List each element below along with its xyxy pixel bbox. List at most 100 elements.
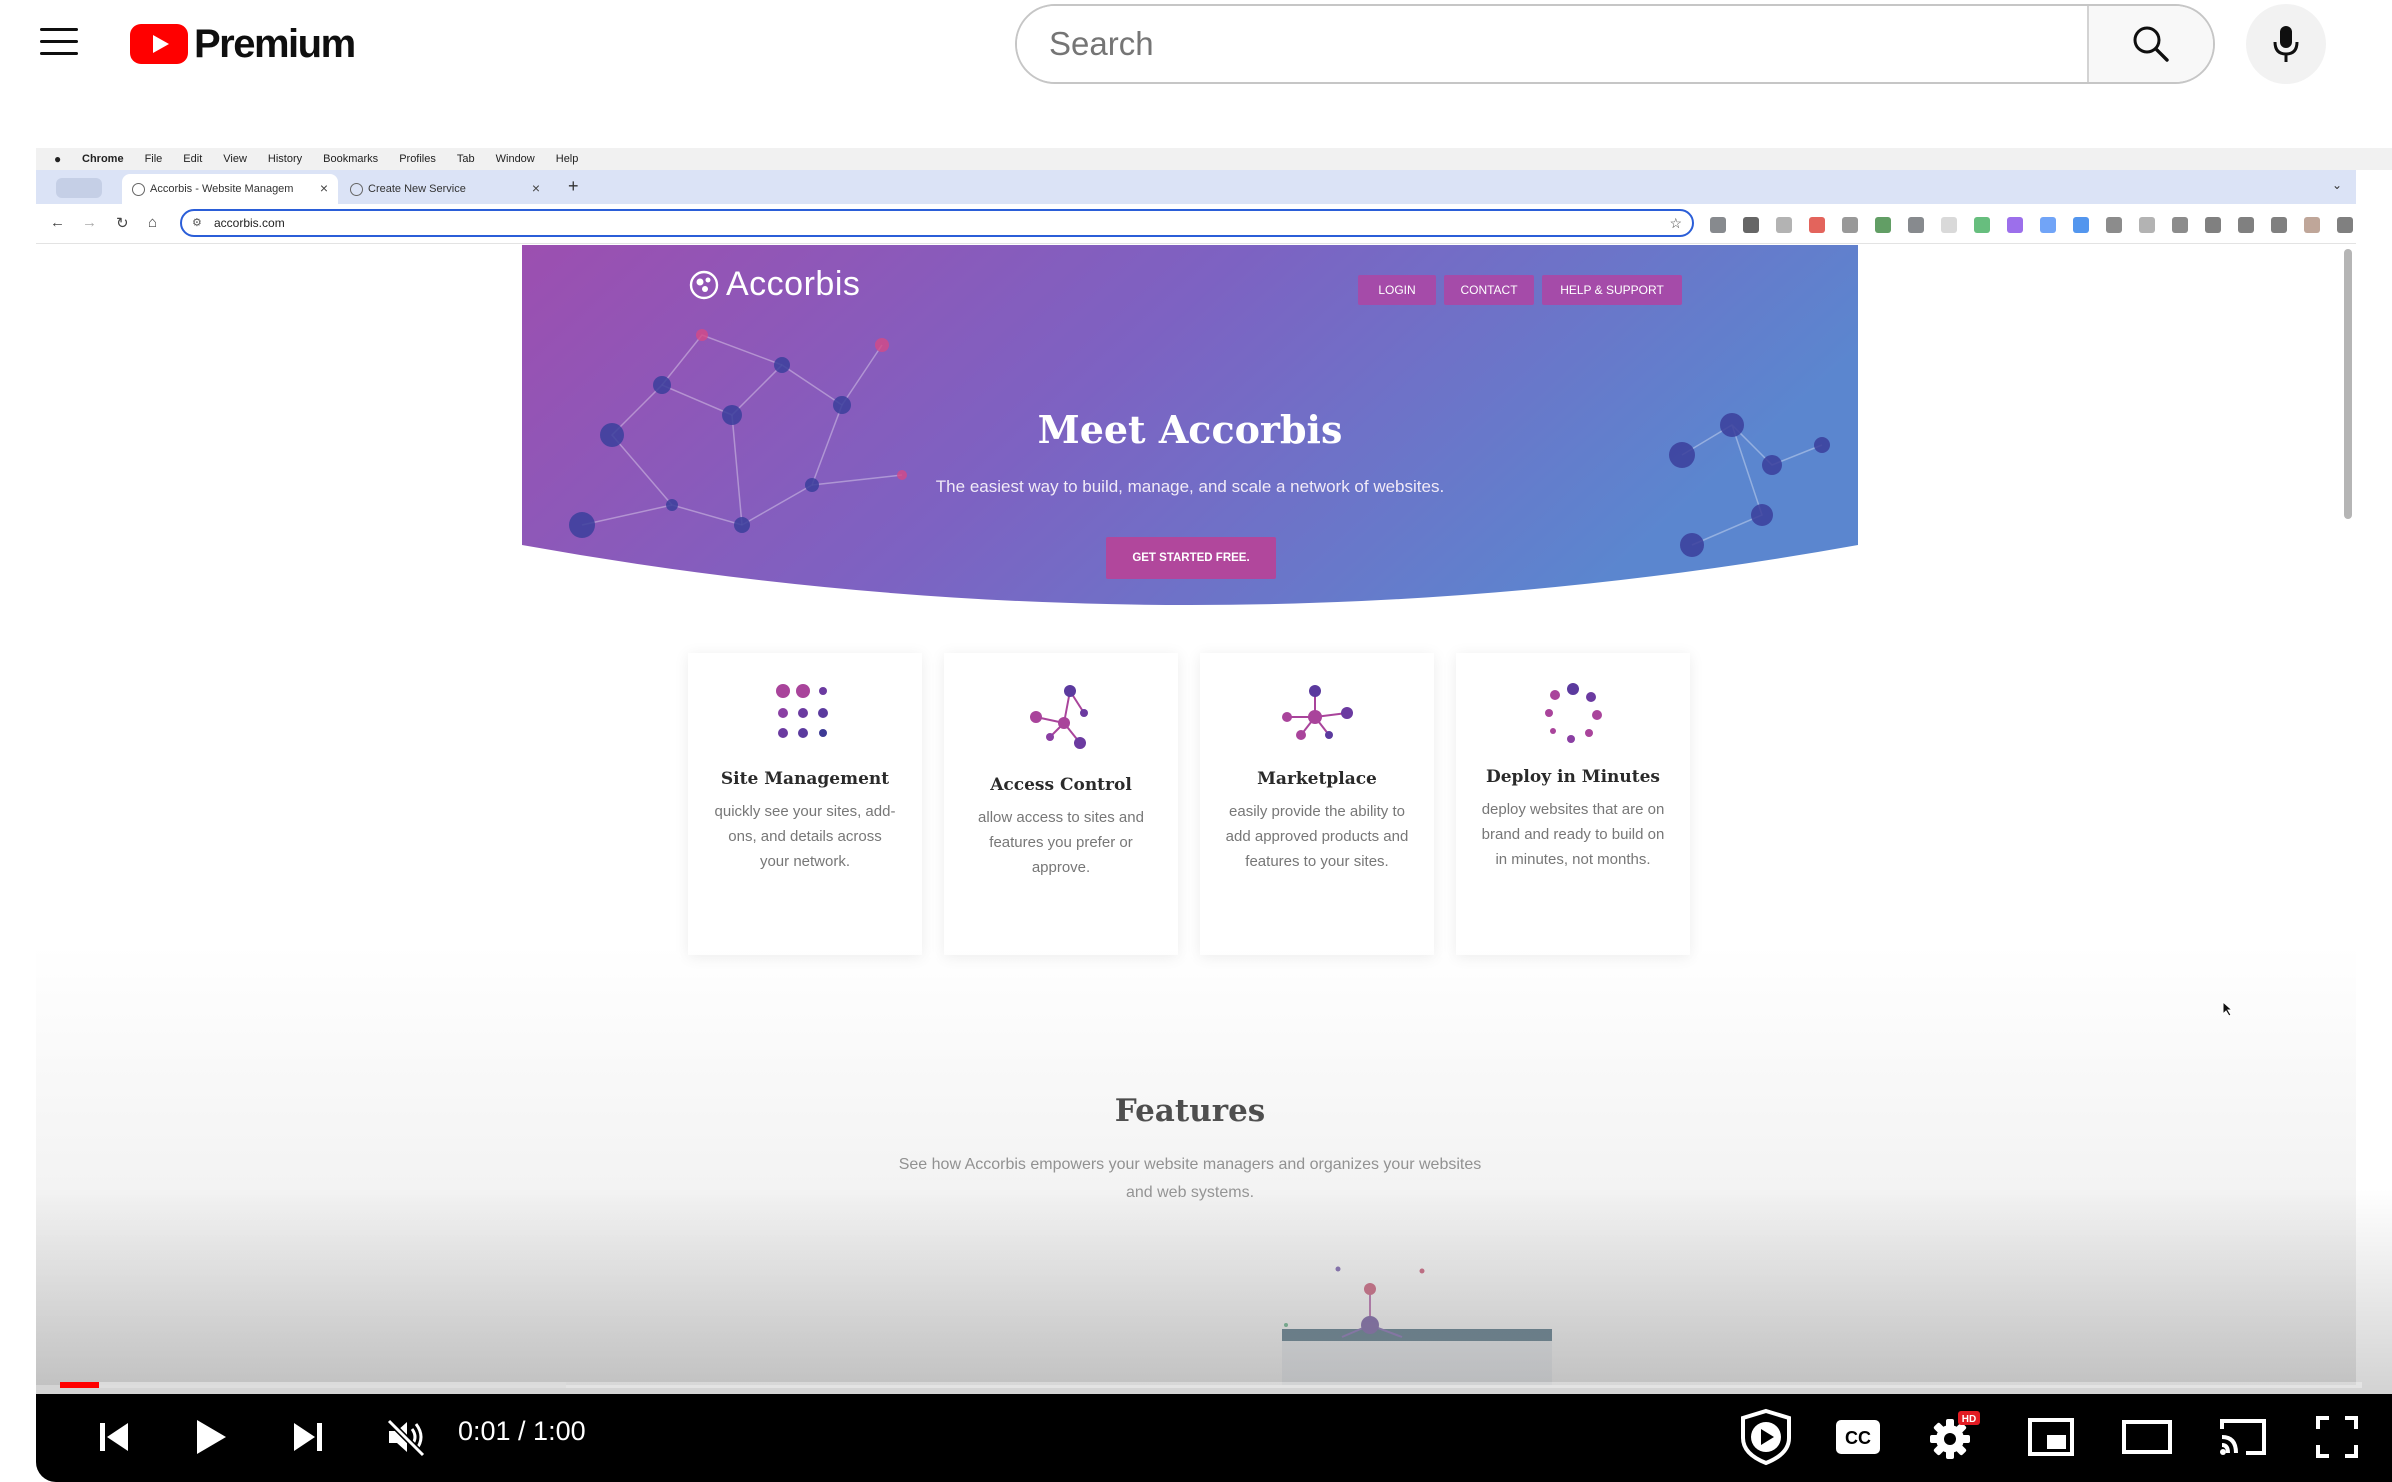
card-title: Deploy in Minutes [1485,767,1660,787]
extension-icon[interactable] [1974,217,1990,233]
favicon-icon [350,183,363,196]
close-tab-icon[interactable]: × [320,180,328,196]
browser-tab-create-service[interactable]: Create New Service × [340,174,550,204]
search-icon [2133,26,2169,62]
tab-search-icon [56,178,102,198]
previous-button[interactable] [86,1408,142,1466]
extension-icon[interactable] [1776,217,1792,233]
mac-menu-item: Chrome [82,153,124,165]
site-info-icon[interactable]: ⚙ [192,211,202,235]
extension-icon[interactable] [1875,217,1891,233]
menu-icon[interactable] [40,28,78,56]
search-button[interactable] [2087,6,2213,82]
mac-menu-bar: ● Chrome File Edit View History Bookmark… [36,148,2392,170]
picture-in-picture-button[interactable] [2020,1408,2082,1466]
favicon-icon [132,183,145,196]
extension-icon[interactable] [1908,217,1924,233]
get-started-button[interactable]: GET STARTED FREE. [1106,537,1276,579]
cast-button[interactable] [2212,1408,2274,1466]
svg-text:CC: CC [1845,1428,1871,1448]
extension-icon[interactable] [2139,217,2155,233]
extension-icon[interactable] [1710,217,1726,233]
card-text: allow access to sites and features you p… [978,809,1144,876]
card-title: Marketplace [1257,769,1377,789]
play-icon [197,1420,226,1454]
voice-search-button[interactable] [2246,4,2326,84]
extension-icon[interactable] [2040,217,2056,233]
accorbis-logo[interactable]: Accorbis [688,265,860,304]
extension-icon[interactable] [1809,217,1825,233]
close-tab-icon[interactable]: × [532,180,540,196]
back-icon[interactable]: ← [50,214,65,231]
nav-help-support-button[interactable]: HELP & SUPPORT [1542,275,1682,305]
network-tree-icon [1030,685,1088,749]
reload-icon[interactable]: ↻ [116,214,129,232]
mac-menu-item: History [267,153,303,165]
tab-list-chevron-icon[interactable]: ⌄ [2332,178,2342,192]
page-scrollbar[interactable] [2344,249,2352,519]
extension-icon[interactable] [2304,217,2320,233]
card-text: deploy websites that are on brand and re… [1481,801,1665,868]
card-title: Access Control [990,775,1132,795]
extension-icon[interactable] [1842,217,1858,233]
browser-tab-accorbis[interactable]: Accorbis - Website Managem × [122,174,338,204]
extension-icon[interactable] [2337,217,2353,233]
forward-icon[interactable]: → [82,214,97,231]
svg-text:HD: HD [1962,1414,1976,1425]
home-icon[interactable]: ⌂ [148,214,157,231]
features-heading: Features [1114,1093,1266,1129]
network-hub-icon [1282,685,1353,740]
apple-icon: ● [54,152,62,166]
search-box [1015,4,2215,84]
extension-icon[interactable] [2271,217,2287,233]
search-input[interactable] [1017,6,2087,82]
feature-card-access-control: Access Control allow access to sites and… [944,653,1178,955]
video-player[interactable]: ● Chrome File Edit View History Bookmark… [36,148,2392,1482]
hero-title: Meet Accorbis [1037,407,1343,452]
feature-card-deploy: Deploy in Minutes deploy websites that a… [1456,653,1690,955]
play-button[interactable] [182,1408,238,1466]
mic-icon [2273,26,2299,62]
extension-icon[interactable] [2007,217,2023,233]
new-tab-icon[interactable]: + [568,176,579,197]
mac-menu-item: Help [555,153,579,165]
mac-menu-item: Edit [183,153,203,165]
next-button[interactable] [280,1408,336,1466]
bookmark-star-icon[interactable]: ☆ [1669,211,1682,235]
extension-icon[interactable] [2205,217,2221,233]
nav-contact-button[interactable]: CONTACT [1444,275,1534,305]
mac-menu-item: Profiles [399,153,436,165]
cast-icon [2220,1419,2266,1455]
subtitles-button[interactable]: CC [1828,1408,1888,1466]
youtube-logo-icon [130,24,188,64]
extension-icon[interactable] [2106,217,2122,233]
address-bar[interactable]: ⚙ accorbis.com ☆ [180,209,1694,237]
extension-icon[interactable] [2238,217,2254,233]
mac-menu-item: Bookmarks [323,153,379,165]
url-text: accorbis.com [214,216,285,230]
youtube-premium-logo[interactable]: Premium [130,22,356,66]
progress-played [60,1382,100,1388]
picture-in-picture-icon [2028,1418,2074,1456]
card-text: quickly see your sites, add-ons, and det… [714,803,896,870]
extension-icon[interactable] [1941,217,1957,233]
progress-loaded [60,1382,567,1388]
tab-label: Create New Service [368,183,466,195]
extension-icon[interactable] [2073,217,2089,233]
extension-icon[interactable] [2172,217,2188,233]
progress-bar[interactable] [60,1382,2362,1388]
mute-button[interactable] [376,1408,436,1466]
mac-menu-item: File [144,153,163,165]
theater-mode-button[interactable] [2116,1408,2178,1466]
miniplayer-shield-button[interactable] [1734,1408,1798,1466]
fullscreen-button[interactable] [2306,1408,2368,1466]
settings-button[interactable]: HD [1922,1408,1986,1466]
mac-menu-item: View [223,153,247,165]
browser-tab-strip: Accorbis - Website Managem × Create New … [36,170,2356,204]
extension-icon[interactable] [1743,217,1759,233]
tab-label: Accorbis - Website Managem [150,183,294,195]
mac-menu-item: Window [495,153,535,165]
nav-login-button[interactable]: LOGIN [1358,275,1436,305]
theater-icon [2122,1420,2172,1454]
player-controls: 0:01 / 1:00 CC HD [36,1394,2392,1482]
